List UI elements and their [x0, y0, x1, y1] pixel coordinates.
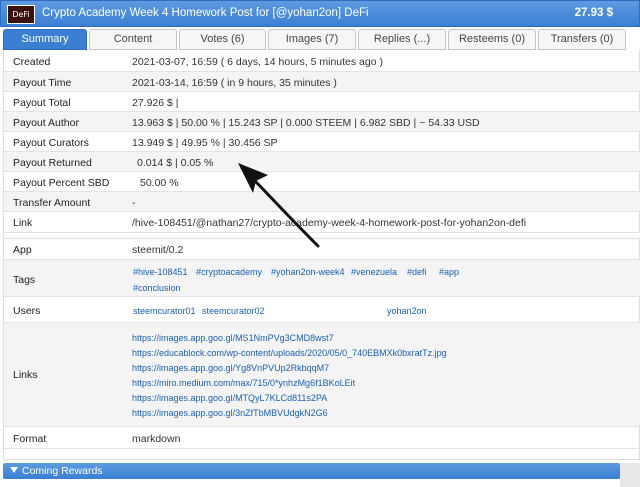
scrollbar[interactable]	[620, 463, 640, 487]
coming-rewards-header[interactable]: Coming Rewards	[3, 463, 620, 479]
collapse-triangle-icon	[10, 467, 18, 473]
post-info-window: DeFi Crypto Academy Week 4 Homework Post…	[0, 0, 640, 487]
hand-drawn-arrow	[238, 163, 320, 248]
coming-rewards-label: Coming Rewards	[22, 465, 103, 477]
